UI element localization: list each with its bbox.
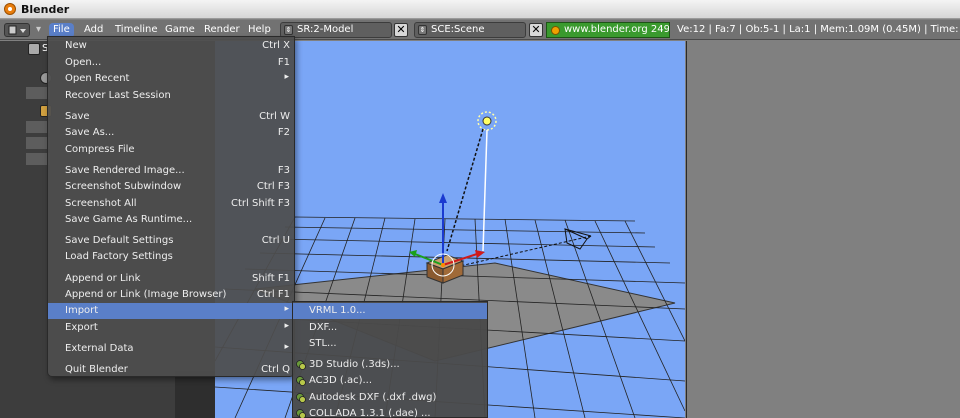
window-title: Blender (21, 3, 70, 16)
menu-item-save-default-settings[interactable]: Save Default Settings Ctrl U (48, 233, 294, 249)
menu-item-append-or-link-image-browser[interactable]: Append or Link (Image Browser) Ctrl F1 (48, 287, 294, 303)
menu-item-save-as[interactable]: Save As... F2 (48, 125, 294, 141)
screen-selector[interactable]: ⇕ SR:2-Model (280, 22, 392, 38)
import-item-stl[interactable]: STL... (293, 336, 487, 352)
window-titlebar: Blender (0, 0, 960, 19)
import-item-collada[interactable]: COLLADA 1.3.1 (.dae) ... (293, 406, 487, 418)
right-panel[interactable] (686, 41, 960, 418)
import-item-vrml[interactable]: VRML 1.0... (293, 303, 487, 319)
menu-item-import[interactable]: Import ▸ (48, 303, 294, 319)
python-script-icon (296, 409, 306, 418)
submenu-arrow-icon: ▸ (284, 72, 289, 82)
window-type-icon (8, 25, 26, 35)
menu-item-save-game-as-runtime[interactable]: Save Game As Runtime... (48, 212, 294, 228)
scene-name: SCE:Scene (431, 24, 485, 35)
menu-item-load-factory-settings[interactable]: Load Factory Settings (48, 249, 294, 265)
scene-node-icon[interactable] (28, 43, 40, 55)
updown-arrows-icon[interactable]: ⇕ (418, 25, 427, 35)
submenu-arrow-icon: ▸ (284, 304, 289, 314)
import-item-dxf[interactable]: DXF... (293, 320, 487, 336)
submenu-arrow-icon: ▸ (284, 321, 289, 331)
menu-item-quit-blender[interactable]: Quit Blender Ctrl Q (48, 362, 294, 378)
python-script-icon (296, 360, 306, 370)
delete-screen-button[interactable]: ✕ (394, 23, 408, 37)
python-script-icon (296, 376, 306, 386)
menu-item-new[interactable]: New Ctrl X (48, 38, 294, 54)
menu-item-open[interactable]: Open... F1 (48, 55, 294, 71)
window-type-selector[interactable] (4, 23, 30, 37)
menu-item-append-or-link[interactable]: Append or Link Shift F1 (48, 271, 294, 287)
menu-item-export[interactable]: Export ▸ (48, 320, 294, 336)
scene-stats: Ve:12 | Fa:7 | Ob:5-1 | La:1 | Mem:1.09M… (677, 24, 960, 35)
submenu-arrow-icon: ▸ (284, 342, 289, 352)
menu-item-open-recent[interactable]: Open Recent ▸ (48, 71, 294, 87)
updown-arrows-icon[interactable]: ⇕ (284, 25, 293, 35)
delete-scene-button[interactable]: ✕ (529, 23, 543, 37)
header-collapse-icon[interactable]: ▾ (32, 23, 45, 38)
blender-logo-icon (4, 3, 16, 15)
screen-name: SR:2-Model (297, 24, 354, 35)
file-menu: New Ctrl X Open... F1 Open Recent ▸ Reco… (47, 36, 295, 377)
menu-item-external-data[interactable]: External Data ▸ (48, 341, 294, 357)
blender-logo-icon (551, 26, 560, 35)
menu-item-screenshot-all[interactable]: Screenshot All Ctrl Shift F3 (48, 196, 294, 212)
url-text: www.blender.org 249.2 (564, 24, 670, 35)
menu-item-save[interactable]: Save Ctrl W (48, 109, 294, 125)
blender-url-link[interactable]: www.blender.org 249.2 (546, 22, 670, 38)
import-item-autodesk-dxf[interactable]: Autodesk DXF (.dxf .dwg) (293, 390, 487, 406)
outliner-bottom (175, 371, 215, 418)
import-item-ac3d[interactable]: AC3D (.ac)... (293, 373, 487, 389)
scene-selector[interactable]: ⇕ SCE:Scene (414, 22, 526, 38)
menu-item-save-rendered-image[interactable]: Save Rendered Image... F3 (48, 163, 294, 179)
import-submenu: VRML 1.0... DXF... STL... 3D Studio (.3d… (292, 301, 488, 418)
menu-item-compress-file[interactable]: Compress File (48, 142, 294, 158)
menu-item-recover-last-session[interactable]: Recover Last Session (48, 88, 294, 104)
menu-item-screenshot-subwindow[interactable]: Screenshot Subwindow Ctrl F3 (48, 179, 294, 195)
python-script-icon (296, 393, 306, 403)
import-item-3ds[interactable]: 3D Studio (.3ds)... (293, 357, 487, 373)
